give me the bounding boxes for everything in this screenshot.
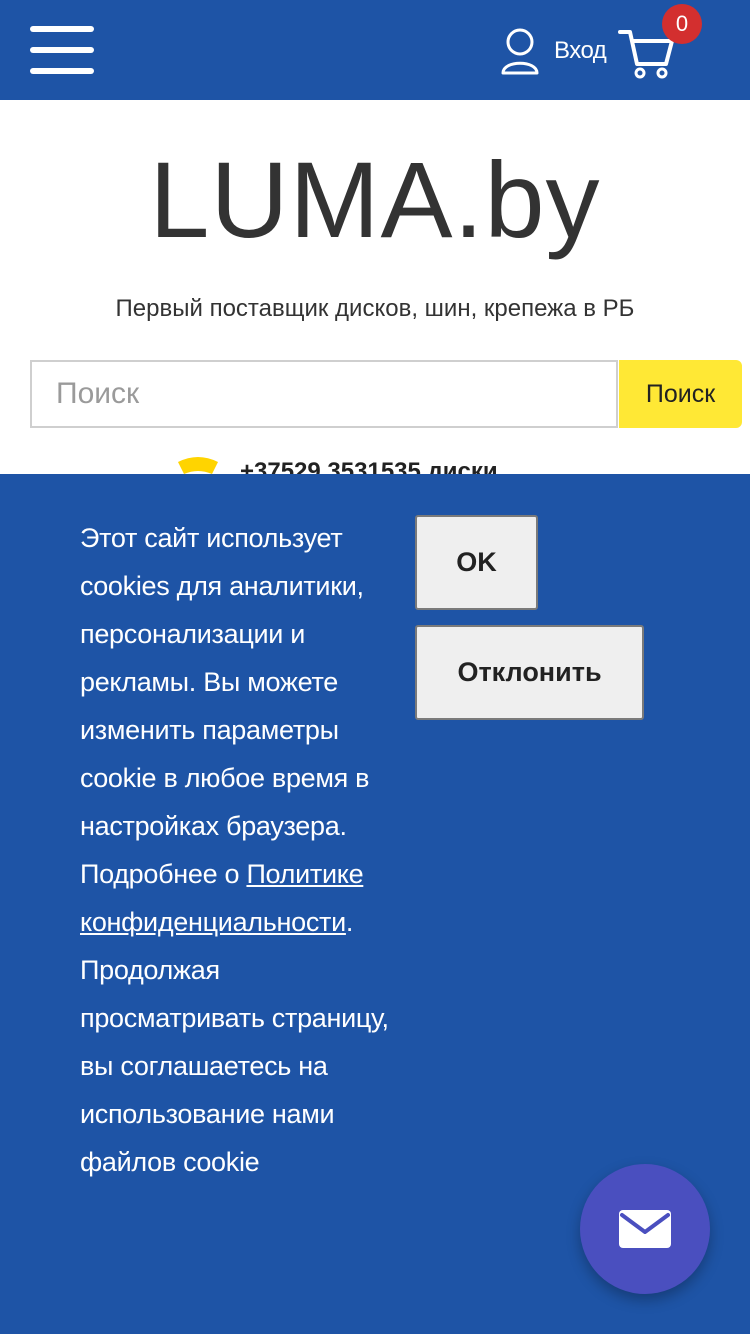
- login-label: Вход: [554, 37, 607, 64]
- hamburger-icon-line: [30, 26, 94, 32]
- site-tagline: Первый поставщик дисков, шин, крепежа в …: [115, 295, 635, 322]
- cart-count-badge: 0: [662, 4, 702, 44]
- search-button[interactable]: Поиск: [619, 360, 742, 428]
- hamburger-icon-line: [30, 68, 94, 74]
- accept-cookies-button[interactable]: OK: [415, 515, 538, 610]
- cookie-text-outro: . Продолжая просматривать страницу, вы с…: [80, 907, 389, 1177]
- contact-mail-button[interactable]: [580, 1164, 710, 1294]
- menu-button[interactable]: [30, 26, 94, 74]
- hamburger-icon-line: [30, 47, 94, 53]
- cookie-message: Этот сайт использует cookies для аналити…: [80, 514, 398, 1186]
- decline-cookies-button[interactable]: Отклонить: [415, 625, 644, 720]
- cookie-text-intro: Этот сайт использует cookies для аналити…: [80, 523, 370, 889]
- mail-icon: [619, 1210, 671, 1248]
- top-bar: Вход 0: [0, 0, 750, 100]
- login-button[interactable]: Вход: [500, 26, 607, 76]
- search-input[interactable]: [30, 360, 618, 428]
- user-icon: [501, 28, 539, 75]
- site-logo[interactable]: LUMA.by: [0, 140, 750, 260]
